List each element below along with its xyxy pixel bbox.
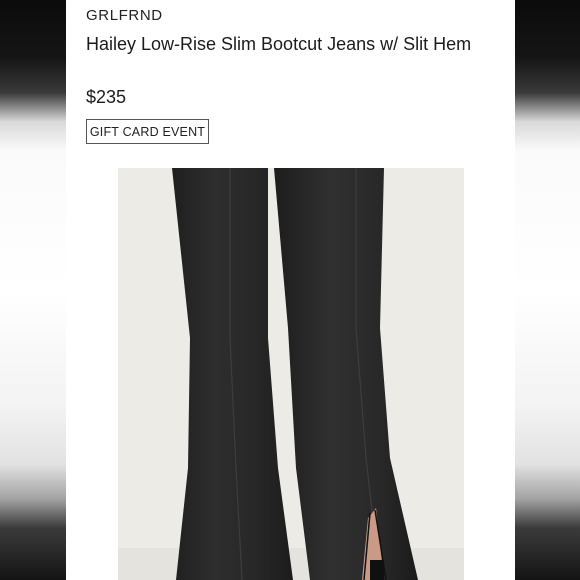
blurred-backdrop-right <box>515 0 580 580</box>
screenshot: GRLFRND Hailey Low-Rise Slim Bootcut Jea… <box>0 0 580 580</box>
gift-card-event-badge[interactable]: GIFT CARD EVENT <box>86 119 209 144</box>
product-card: GRLFRND Hailey Low-Rise Slim Bootcut Jea… <box>66 0 515 580</box>
brand-name[interactable]: GRLFRND <box>86 7 163 24</box>
jeans-photo <box>118 168 464 580</box>
product-price: $235 <box>86 87 127 107</box>
blurred-backdrop-left <box>0 0 66 580</box>
product-title[interactable]: Hailey Low-Rise Slim Bootcut Jeans w/ Sl… <box>86 32 491 57</box>
product-image[interactable] <box>118 168 464 580</box>
